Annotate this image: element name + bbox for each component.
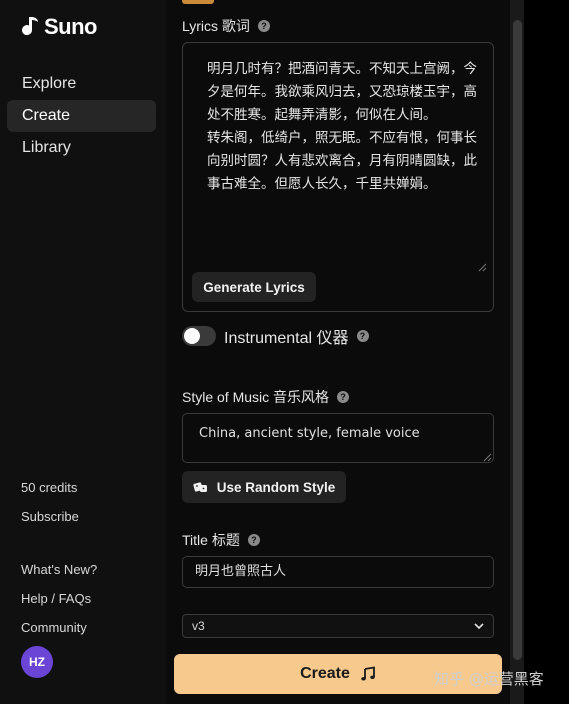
instrumental-label: Instrumental 仪器 ?	[224, 326, 369, 347]
nav-item-explore[interactable]: Explore	[7, 68, 156, 100]
resize-grip-icon[interactable]	[482, 452, 492, 462]
generate-lyrics-button[interactable]: Generate Lyrics	[192, 272, 316, 302]
use-random-style-button[interactable]: Use Random Style	[182, 471, 346, 503]
suno-logo[interactable]: Suno	[20, 14, 98, 40]
sidebar-nav: Explore Create Library	[7, 68, 156, 164]
credits-count: 50 credits	[21, 480, 78, 495]
title-input[interactable]: 明月也曾照古人	[182, 556, 494, 588]
background-area	[524, 0, 569, 704]
help-icon[interactable]: ?	[356, 330, 369, 342]
style-input[interactable]: China, ancient style, female voice	[182, 413, 494, 463]
help-icon[interactable]: ?	[337, 391, 350, 403]
model-version-select[interactable]: v3	[182, 614, 494, 638]
community-link[interactable]: Community	[21, 618, 97, 647]
whats-new-link[interactable]: What's New?	[21, 560, 97, 589]
toggle-knob	[184, 328, 200, 344]
lyrics-label: Lyrics 歌词 ?	[182, 16, 270, 36]
style-label: Style of Music 音乐风格 ?	[182, 387, 350, 407]
dice-icon	[193, 482, 207, 492]
scrolled-item-edge	[182, 0, 214, 4]
music-note-icon	[361, 666, 375, 681]
sidebar: Suno Explore Create Library 50 credits S…	[0, 0, 166, 704]
nav-item-create[interactable]: Create	[7, 100, 156, 132]
lyrics-text: 明月几时有？把酒问青天。不知天上宫阙，今夕是何年。我欲乘风归去，又恐琼楼玉宇，高…	[207, 61, 477, 192]
help-icon[interactable]: ?	[247, 534, 260, 546]
avatar[interactable]: HZ	[21, 646, 53, 678]
nav-item-library[interactable]: Library	[7, 132, 156, 164]
help-faqs-link[interactable]: Help / FAQs	[21, 589, 97, 618]
scrollbar-thumb[interactable]	[513, 20, 522, 660]
chevron-down-icon	[474, 623, 484, 630]
title-label: Title 标题 ?	[182, 530, 260, 550]
account-section: 50 credits Subscribe What's New? Help / …	[21, 478, 97, 647]
watermark-text: 知乎 @运营黑客	[434, 670, 544, 688]
instrumental-toggle[interactable]	[182, 326, 216, 346]
subscribe-link[interactable]: Subscribe	[21, 507, 97, 536]
brand-name: Suno	[44, 14, 98, 39]
suno-logo-icon	[22, 17, 38, 36]
resize-grip-icon[interactable]	[477, 262, 487, 272]
help-icon[interactable]: ?	[257, 20, 270, 32]
